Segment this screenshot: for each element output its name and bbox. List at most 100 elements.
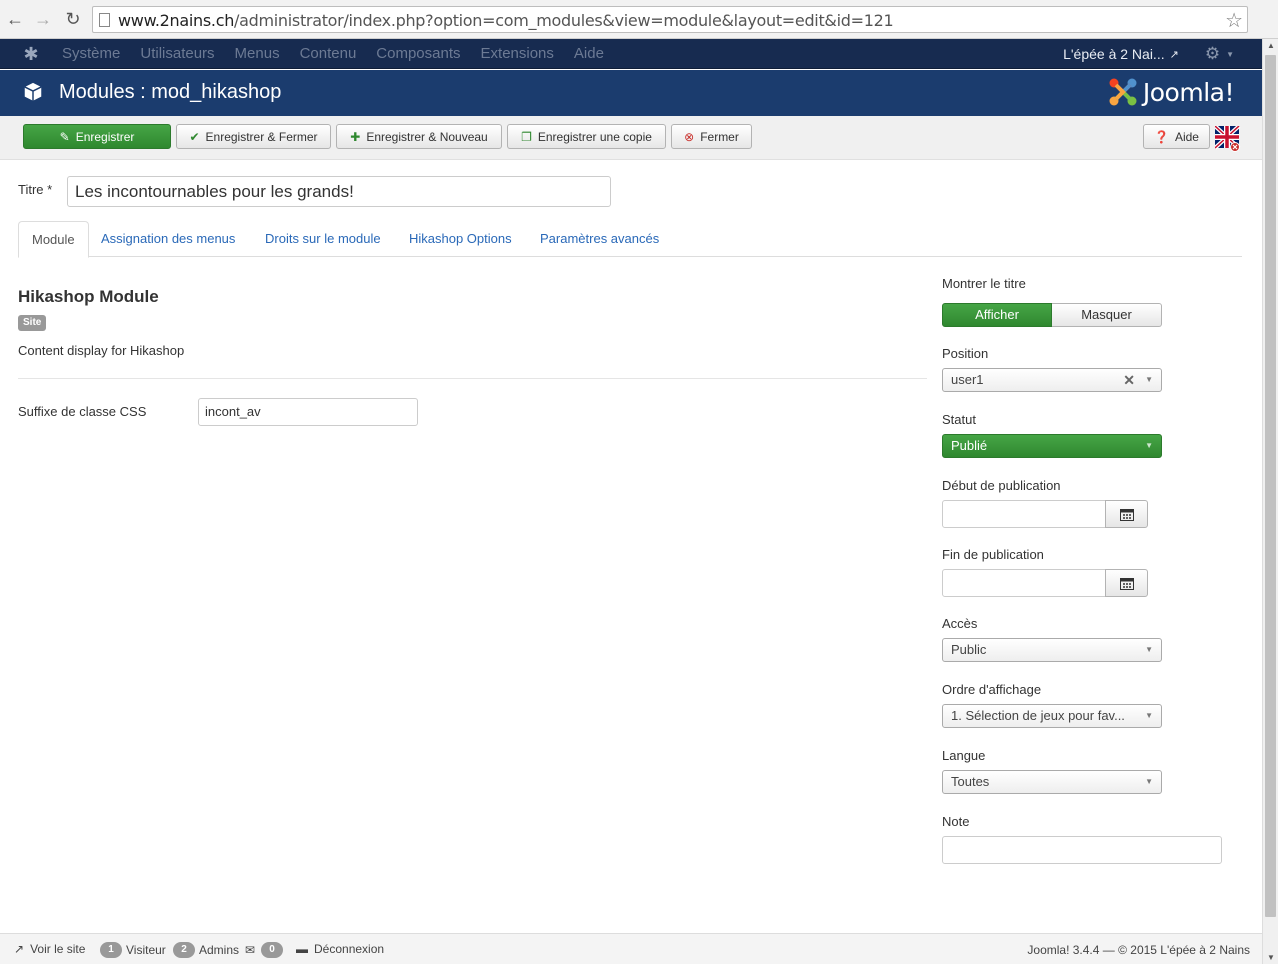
chevron-down-icon: ▼ bbox=[1145, 645, 1153, 654]
save-new-label: Enregistrer & Nouveau bbox=[366, 129, 488, 144]
caret-down-icon: ▼ bbox=[1226, 49, 1234, 59]
topnav-right: L'épée à 2 Nai... ↗ ⚙ ▼ bbox=[1063, 39, 1234, 69]
ordering-value: 1. Sélection de jeux pour fav... bbox=[951, 708, 1125, 723]
uk-flag-icon[interactable] bbox=[1215, 126, 1241, 152]
admins-badge: 2 bbox=[173, 942, 195, 958]
address-bar[interactable]: www.2nains.ch/administrator/index.php?op… bbox=[92, 6, 1248, 33]
visitors-count: 1 Visiteur bbox=[100, 942, 166, 958]
access-value: Public bbox=[951, 642, 987, 657]
title-input[interactable]: Les incontournables pour les grands! bbox=[67, 176, 611, 207]
ordering-label: Ordre d'affichage bbox=[942, 682, 1042, 697]
publish-up-label: Début de publication bbox=[942, 478, 1061, 493]
gear-icon[interactable]: ⚙ bbox=[1205, 44, 1220, 64]
save-button[interactable]: ✎ Enregistrer bbox=[23, 124, 171, 149]
save-label: Enregistrer bbox=[75, 129, 135, 144]
publish-up-calendar-button[interactable] bbox=[1105, 500, 1148, 528]
position-label: Position bbox=[942, 346, 989, 361]
help-label: Aide bbox=[1174, 129, 1199, 144]
scroll-thumb[interactable] bbox=[1265, 55, 1276, 917]
status-select[interactable]: Publié ▼ bbox=[942, 434, 1162, 458]
menu-contenu[interactable]: Contenu bbox=[290, 39, 367, 69]
view-site-link[interactable]: ↗ Voir le site bbox=[14, 942, 85, 956]
close-label: Fermer bbox=[700, 129, 739, 144]
position-select[interactable]: user1 ✕ ▼ bbox=[942, 368, 1162, 392]
tab-module[interactable]: Module bbox=[18, 221, 89, 258]
joomla-logo-icon bbox=[1109, 78, 1137, 106]
menu-extensions[interactable]: Extensions bbox=[471, 39, 564, 69]
page-icon bbox=[99, 13, 110, 27]
joomla-menu-icon[interactable]: ✱ bbox=[20, 44, 42, 64]
chevron-down-icon: ▼ bbox=[1145, 777, 1153, 786]
tab-hikashop-options[interactable]: Hikashop Options bbox=[396, 221, 525, 257]
joomla-logo: Joomla! bbox=[1107, 76, 1235, 108]
menu-composants[interactable]: Composants bbox=[366, 39, 470, 69]
publish-up-input[interactable] bbox=[942, 500, 1106, 528]
page-header: Modules : mod_hikashop Joomla! bbox=[0, 70, 1262, 116]
tab-advanced-settings[interactable]: Paramètres avancés bbox=[527, 221, 672, 257]
access-label: Accès bbox=[942, 616, 978, 631]
clear-icon[interactable]: ✕ bbox=[1123, 369, 1135, 391]
menu-aide[interactable]: Aide bbox=[564, 39, 614, 69]
menu-menus[interactable]: Menus bbox=[225, 39, 290, 69]
external-link-icon: ↗ bbox=[1169, 48, 1179, 61]
menu-systeme[interactable]: Système bbox=[52, 39, 130, 69]
status-value: Publié bbox=[951, 438, 988, 453]
show-title-on-button[interactable]: Afficher bbox=[942, 303, 1052, 327]
tab-bar: Module Assignation des menus Droits sur … bbox=[18, 221, 1242, 258]
bookmark-star-icon[interactable]: ☆ bbox=[1225, 8, 1243, 33]
page-title: Modules : mod_hikashop bbox=[59, 81, 282, 103]
chevron-down-icon: ▼ bbox=[1145, 711, 1153, 720]
access-select[interactable]: Public ▼ bbox=[942, 638, 1162, 662]
status-bar: ↗ Voir le site 1 Visiteur 2 Admins ✉ 0 ▬ Déco… bbox=[0, 933, 1262, 964]
messages-link[interactable]: ✉ 0 bbox=[245, 942, 287, 958]
language-label: Langue bbox=[942, 748, 986, 763]
css-suffix-label: Suffixe de classe CSS bbox=[18, 404, 147, 419]
save-new-button[interactable]: ✚ Enregistrer & Nouveau bbox=[336, 124, 502, 149]
action-toolbar: ✎ Enregistrer ✔ Enregistrer & Fermer ✚ Enre… bbox=[0, 116, 1262, 160]
publish-down-calendar-button[interactable] bbox=[1105, 569, 1148, 597]
save-copy-button[interactable]: ❐ Enregistrer une copie bbox=[507, 124, 666, 149]
page-scrollbar[interactable]: ▲ ▼ bbox=[1262, 39, 1278, 964]
module-description: Content display for Hikashop bbox=[18, 343, 185, 358]
publish-down-input[interactable] bbox=[942, 569, 1106, 597]
help-button[interactable]: ❓ Aide bbox=[1143, 124, 1210, 149]
url-text: www.2nains.ch/administrator/index.php?op… bbox=[118, 11, 894, 30]
cube-icon bbox=[24, 82, 42, 101]
tab-menu-assignment[interactable]: Assignation des menus bbox=[88, 221, 248, 257]
site-name-label: L'épée à 2 Nai... bbox=[1063, 46, 1165, 62]
logout-link[interactable]: ▬ Déconnexion bbox=[296, 942, 384, 956]
site-badge: Site bbox=[18, 315, 47, 331]
language-select[interactable]: Toutes ▼ bbox=[942, 770, 1162, 794]
scroll-down-icon[interactable]: ▼ bbox=[1267, 953, 1275, 962]
title-label: Titre * bbox=[18, 182, 53, 197]
tab-module-permissions[interactable]: Droits sur le module bbox=[252, 221, 394, 257]
note-label: Note bbox=[942, 814, 970, 829]
logout-label: Déconnexion bbox=[314, 942, 385, 956]
site-name-link[interactable]: L'épée à 2 Nai... ↗ bbox=[1063, 46, 1179, 62]
cancel-circle-icon: ⊗ bbox=[684, 129, 695, 144]
language-value: Toutes bbox=[951, 774, 990, 789]
edit-icon: ✎ bbox=[59, 129, 70, 144]
visitors-label: Visiteur bbox=[126, 943, 166, 957]
reload-icon[interactable]: ↻ bbox=[62, 8, 84, 30]
close-button[interactable]: ⊗ Fermer bbox=[671, 124, 752, 149]
save-close-button[interactable]: ✔ Enregistrer & Fermer bbox=[176, 124, 331, 149]
scroll-up-icon[interactable]: ▲ bbox=[1267, 41, 1275, 50]
menu-utilisateurs[interactable]: Utilisateurs bbox=[130, 39, 224, 69]
ordering-select[interactable]: 1. Sélection de jeux pour fav... ▼ bbox=[942, 704, 1162, 728]
chevron-down-icon: ▼ bbox=[1145, 375, 1153, 384]
position-value: user1 bbox=[951, 372, 984, 387]
plus-icon: ✚ bbox=[350, 129, 361, 144]
show-title-off-button[interactable]: Masquer bbox=[1052, 303, 1162, 327]
top-menu-items: Système Utilisateurs Menus Contenu Compo… bbox=[52, 39, 614, 69]
save-close-label: Enregistrer & Fermer bbox=[205, 129, 318, 144]
divider bbox=[18, 378, 927, 379]
css-suffix-input[interactable]: incont_av bbox=[198, 398, 418, 426]
note-input[interactable] bbox=[942, 836, 1222, 864]
back-arrow-icon[interactable]: ← bbox=[4, 8, 26, 30]
show-title-label: Montrer le titre bbox=[942, 276, 1026, 291]
calendar-icon bbox=[1119, 508, 1134, 521]
forward-arrow-icon[interactable]: → bbox=[32, 8, 54, 30]
admins-label: Admins bbox=[199, 943, 240, 957]
external-link-icon: ↗ bbox=[14, 942, 25, 956]
